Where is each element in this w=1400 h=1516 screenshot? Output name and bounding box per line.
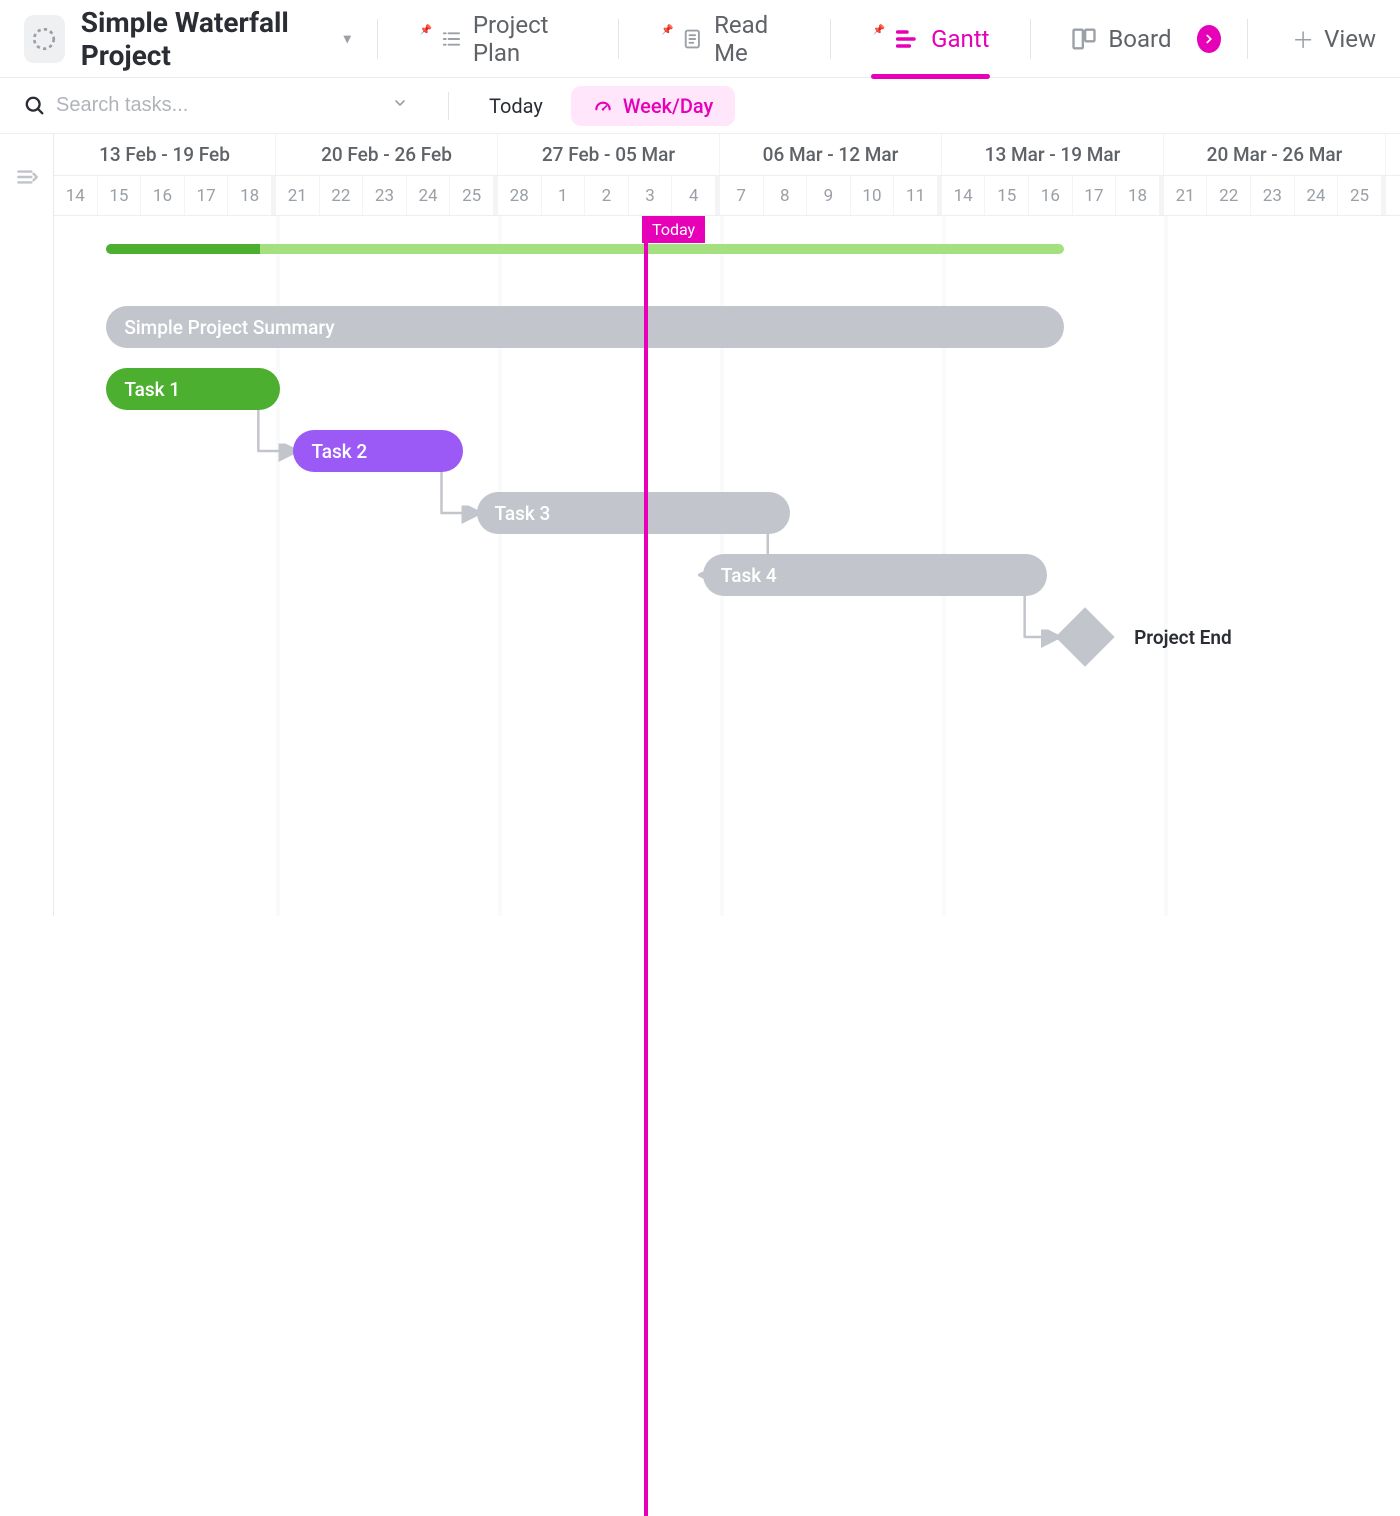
day-header-cell: 28	[498, 176, 542, 215]
gantt-bar-task3[interactable]: Task 3	[477, 492, 790, 534]
day-header-cell: 24	[407, 176, 451, 215]
day-header-cell: 17	[185, 176, 229, 215]
days-header: 1415161718212223242528123478910111415161…	[54, 176, 1400, 216]
search-input[interactable]	[56, 94, 316, 117]
weekend-stripe	[1164, 216, 1168, 916]
today-button[interactable]: Today	[477, 94, 555, 118]
day-header-cell: 10	[851, 176, 895, 215]
divider	[1247, 19, 1248, 59]
day-header-cell: 22	[320, 176, 364, 215]
milestone-diamond[interactable]	[1055, 607, 1114, 666]
search-wrap	[24, 94, 364, 117]
divider	[618, 19, 619, 59]
day-header-cell: 11	[894, 176, 938, 215]
gantt-bar-task4[interactable]: Task 4	[703, 554, 1047, 596]
plus-icon: ＋	[1292, 23, 1314, 55]
today-line	[644, 216, 648, 1516]
chevron-down-icon	[392, 95, 408, 111]
day-header-cell: 25	[450, 176, 494, 215]
day-header-cell: 15	[98, 176, 142, 215]
day-header-cell: 25	[1338, 176, 1382, 215]
scale-label: Week/Day	[623, 94, 713, 118]
overall-progress[interactable]	[106, 244, 1064, 254]
day-header-cell: 18	[1116, 176, 1160, 215]
week-header-cell: 06 Mar - 12 Mar	[720, 134, 942, 175]
expand-sidebar-button[interactable]	[0, 134, 54, 916]
divider	[1030, 19, 1031, 59]
day-header-cell: 4	[672, 176, 716, 215]
pin-icon: 📌	[661, 25, 673, 36]
tab-label: Project Plan	[473, 11, 578, 67]
divider	[377, 19, 378, 59]
scale-selector[interactable]: Week/Day	[571, 86, 735, 126]
day-header-cell: 1	[542, 176, 586, 215]
gantt-icon	[893, 25, 921, 53]
day-header-cell: 3	[629, 176, 673, 215]
day-header-cell: 18	[228, 176, 272, 215]
day-header-cell: 22	[1207, 176, 1251, 215]
pin-icon: 📌	[873, 25, 885, 36]
day-header-cell: 24	[1295, 176, 1339, 215]
day-header-cell: 15	[985, 176, 1029, 215]
project-title[interactable]: Simple Waterfall Project ▾	[81, 6, 351, 72]
pin-icon: 📌	[420, 25, 432, 36]
weeks-header: 13 Feb - 19 Feb20 Feb - 26 Feb27 Feb - 0…	[54, 134, 1400, 176]
divider	[448, 92, 449, 120]
week-header-cell: 20 Mar - 26 Mar	[1164, 134, 1386, 175]
document-icon	[681, 25, 704, 53]
day-header-cell: 9	[807, 176, 851, 215]
day-header-cell: 23	[1251, 176, 1295, 215]
tab-label: Read Me	[714, 11, 790, 67]
tab-label: Gantt	[931, 25, 989, 53]
day-header-cell: 7	[720, 176, 764, 215]
gantt-body[interactable]: Today Simple Project Summary Task 1 Task 2 T…	[54, 216, 1400, 916]
project-icon[interactable]	[24, 15, 65, 63]
day-header-cell: 17	[1073, 176, 1117, 215]
project-title-text: Simple Waterfall Project	[81, 6, 338, 72]
day-header-cell: 21	[276, 176, 320, 215]
search-icon	[24, 95, 46, 117]
gantt-bar-task1[interactable]: Task 1	[106, 368, 280, 410]
more-tabs-button[interactable]	[1197, 25, 1221, 53]
add-view-button[interactable]: ＋ View	[1292, 23, 1376, 55]
tab-gantt[interactable]: 📌 Gantt	[857, 0, 1004, 78]
timeline: 13 Feb - 19 Feb20 Feb - 26 Feb27 Feb - 0…	[0, 134, 1400, 916]
filter-dropdown[interactable]	[380, 95, 420, 116]
week-header-cell: 13 Feb - 19 Feb	[54, 134, 276, 175]
dependency-connector	[441, 470, 476, 513]
day-header-cell: 14	[54, 176, 98, 215]
day-header-cell: 16	[1029, 176, 1073, 215]
tab-project-plan[interactable]: 📌 Project Plan	[404, 0, 593, 78]
toolbar: Today Week/Day	[0, 78, 1400, 134]
dependency-connector	[1025, 594, 1056, 637]
day-header-cell: 2	[585, 176, 629, 215]
day-header-cell: 21	[1164, 176, 1208, 215]
today-tag: Today	[642, 216, 705, 243]
gantt-bar-summary[interactable]: Simple Project Summary	[106, 306, 1064, 348]
overall-progress-fill	[106, 244, 259, 254]
week-header-cell: 13 Mar - 19 Mar	[942, 134, 1164, 175]
gantt-bar-task2[interactable]: Task 2	[293, 430, 463, 472]
caret-down-icon: ▾	[344, 31, 351, 47]
add-view-label: View	[1324, 25, 1376, 53]
week-header-cell: 27 Feb - 05 Mar	[498, 134, 720, 175]
tab-label: Board	[1108, 25, 1171, 53]
day-header-cell: 8	[764, 176, 808, 215]
gauge-icon	[593, 96, 613, 116]
list-icon	[440, 25, 463, 53]
chevron-right-icon	[1202, 32, 1216, 46]
divider	[830, 19, 831, 59]
week-header-cell: 20 Feb - 26 Feb	[276, 134, 498, 175]
tab-read-me[interactable]: 📌 Read Me	[645, 0, 804, 78]
day-header-cell: 14	[942, 176, 986, 215]
milestone-label: Project End	[1134, 626, 1232, 649]
tab-board[interactable]: Board	[1056, 0, 1185, 78]
board-icon	[1070, 25, 1098, 53]
day-header-cell: 23	[363, 176, 407, 215]
expand-icon	[14, 164, 40, 190]
day-header-cell: 16	[141, 176, 185, 215]
app-header: Simple Waterfall Project ▾ 📌 Project Pla…	[0, 0, 1400, 78]
weekend-gap	[1382, 176, 1386, 215]
